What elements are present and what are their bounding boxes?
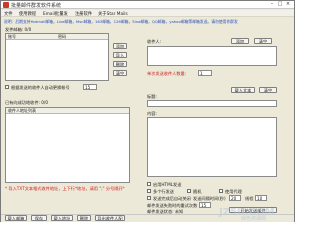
menu-bar: 文件 使用教程 Email批量发 注册软件 关于Star Mails — [1, 10, 294, 17]
load-mailbox-button[interactable]: 载入邮箱 — [5, 215, 27, 221]
column-account: 账号 — [8, 34, 16, 39]
auto-switch-count-input[interactable]: 15 — [83, 84, 97, 90]
use-proxy-checkbox[interactable] — [219, 189, 223, 193]
minimize-button[interactable]: – — [269, 2, 275, 7]
column-recipient-address: 收件人地址列表 — [8, 108, 36, 113]
app-window: 批量邮件群发软件系统 – □ × 文件 使用教程 Email批量发 注册软件 关… — [0, 0, 295, 222]
column-password: 密码 — [58, 34, 66, 39]
delete-recipients-button[interactable]: 删除 — [77, 215, 91, 221]
multi-line-label: 多个行发送 — [153, 189, 174, 194]
menu-email-batch[interactable]: Email批量发 — [43, 11, 68, 17]
add-sender-button[interactable]: 添加 — [113, 43, 127, 49]
recipient-label: 收件人: — [147, 39, 161, 44]
auto-close-label: 发送完成后自动关闭 — [153, 196, 191, 201]
random-label: 随机 — [193, 189, 202, 194]
subject-input[interactable] — [147, 100, 277, 107]
import-sender-button[interactable]: 导入 — [113, 52, 127, 58]
import-recipients-button[interactable]: 载入地址 — [51, 215, 73, 221]
app-icon — [3, 2, 9, 8]
recipient-textarea[interactable] — [147, 46, 277, 66]
auto-switch-label: 根据发送的收件人自动更换帐号 — [11, 85, 70, 90]
menu-about[interactable]: 关于Star Mails — [98, 11, 128, 17]
window-title: 批量邮件群发软件系统 — [11, 3, 62, 9]
html-send-checkbox[interactable] — [147, 182, 151, 186]
thread-input[interactable]: 10 — [255, 195, 267, 201]
clear-text-button[interactable]: 清空 — [259, 87, 277, 93]
menu-tutorial[interactable]: 使用教程 — [19, 11, 36, 17]
load-text-button[interactable]: 载入文本 — [231, 87, 255, 93]
export-recipients-button[interactable]: 导出收件人配 — [95, 215, 125, 221]
menu-file[interactable]: 文件 — [4, 11, 13, 17]
close-button[interactable]: × — [285, 2, 291, 7]
import-tip-text: * 导入TXT文本格式收件地址，上下行*地址，请用 ";" 分号隔开* — [5, 186, 125, 191]
save-button[interactable]: 保存 — [31, 215, 47, 221]
add-recipient-button[interactable]: 添加 — [231, 38, 249, 44]
watermark-subtext: 绿色资源网 — [241, 216, 267, 222]
body-textarea[interactable] — [147, 117, 277, 177]
sender-list[interactable]: 账号 密码 — [5, 33, 109, 81]
clear-recipient-button[interactable]: 清空 — [254, 38, 272, 44]
title-bar: 批量邮件群发软件系统 – □ × — [1, 1, 294, 9]
recipients-list[interactable]: 收件人地址列表 — [5, 107, 130, 183]
html-send-label: 启用HTML发送 — [153, 182, 182, 187]
notice-text: 说明：后期支持Hotmail邮箱，Live邮箱，Msn邮箱，163邮箱，126邮… — [4, 19, 238, 24]
recipients-count-label: 已有向成功地收件: 0/0 — [5, 100, 48, 105]
clear-sender-button[interactable]: 清空 — [113, 70, 127, 76]
auto-close-checkbox[interactable] — [147, 196, 151, 200]
auto-switch-checkbox[interactable] — [5, 85, 9, 89]
delete-sender-button[interactable]: 删除 — [113, 61, 127, 67]
batch-count-input[interactable]: 1 — [198, 70, 212, 76]
retry-input[interactable]: 15 — [199, 202, 211, 208]
sender-list-header: 账号 密码 — [6, 34, 108, 40]
menu-register[interactable]: 注册软件 — [75, 11, 92, 17]
multi-line-checkbox[interactable] — [147, 189, 151, 193]
random-checkbox[interactable] — [187, 189, 191, 193]
interval-input[interactable]: 20 — [229, 195, 241, 201]
thread-label: 线程 — [245, 196, 254, 201]
maximize-button[interactable]: □ — [277, 2, 283, 7]
recipients-list-header: 收件人地址列表 — [6, 108, 129, 114]
batch-count-label: 单次发送收件人数量: — [147, 71, 187, 76]
